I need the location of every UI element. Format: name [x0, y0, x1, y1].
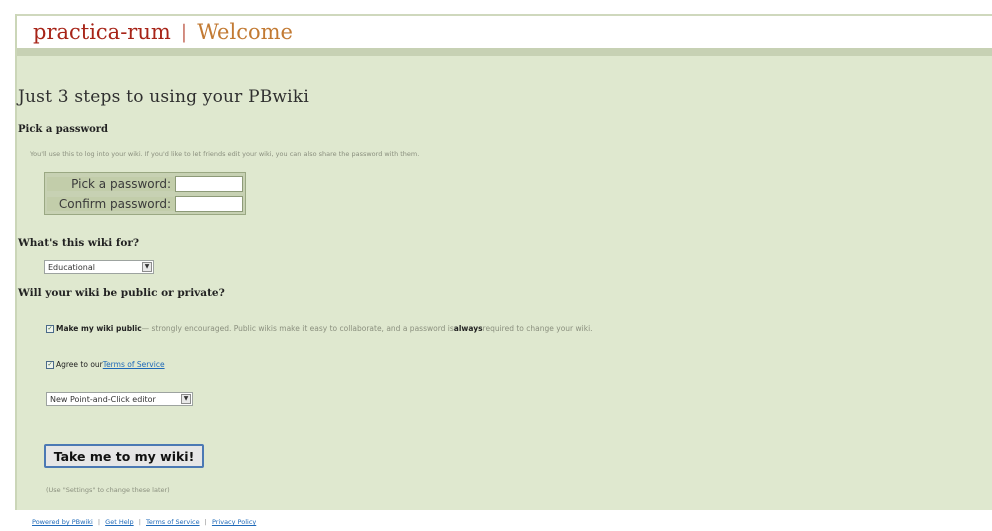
editor-select[interactable]: New Point-and-Click editor ▼	[46, 392, 193, 406]
purpose-section-label: What's this wiki for?	[18, 237, 140, 249]
chevron-down-icon[interactable]: ▼	[181, 394, 191, 404]
privacy-policy-link[interactable]: Privacy Policy	[212, 518, 256, 526]
wiki-purpose-value: Educational	[48, 262, 95, 272]
pick-password-input[interactable]	[175, 176, 243, 192]
public-wiki-option: ✓ Make my wiki public — strongly encoura…	[46, 324, 593, 333]
public-wiki-label: Make my wiki public	[56, 324, 142, 333]
pick-password-row: Pick a password:	[47, 175, 243, 193]
tos-label: Agree to our	[56, 360, 103, 369]
terms-link[interactable]: Terms of Service	[146, 518, 200, 526]
site-header: practica-rum | Welcome	[17, 14, 992, 56]
editor-select-value: New Point-and-Click editor	[50, 394, 156, 404]
settings-note: (Use "Settings" to change these later)	[46, 486, 170, 494]
privacy-section-label: Will your wiki be public or private?	[18, 287, 225, 299]
pick-password-label: Pick a password:	[47, 177, 175, 191]
wiki-purpose-select[interactable]: Educational ▼	[44, 260, 154, 274]
confirm-password-input[interactable]	[175, 196, 243, 212]
public-wiki-always: always	[453, 324, 483, 333]
get-help-link[interactable]: Get Help	[105, 518, 133, 526]
footer-separator: |	[97, 518, 101, 526]
password-section-label: Pick a password	[18, 124, 109, 135]
page-title: Just 3 steps to using your PBwiki	[18, 87, 309, 107]
password-hint: You'll use this to log into your wiki. I…	[30, 150, 420, 158]
terms-of-service-link[interactable]: Terms of Service	[103, 360, 165, 369]
powered-by-link[interactable]: Powered by PBwiki	[32, 518, 93, 526]
confirm-password-label: Confirm password:	[47, 197, 175, 211]
page-heading: Welcome	[197, 20, 293, 44]
header-separator: |	[180, 21, 188, 43]
tos-checkbox[interactable]: ✓	[46, 360, 54, 369]
site-name[interactable]: practica-rum	[33, 20, 171, 44]
footer-separator: |	[204, 518, 207, 526]
footer-separator: |	[138, 518, 141, 526]
public-wiki-description-end: required to change your wiki.	[482, 324, 593, 333]
chevron-down-icon[interactable]: ▼	[142, 262, 152, 272]
public-wiki-description: — strongly encouraged. Public wikis make…	[141, 324, 454, 333]
public-wiki-checkbox[interactable]: ✓	[46, 324, 54, 333]
confirm-password-row: Confirm password:	[47, 195, 243, 213]
footer-links: Powered by PBwiki | Get Help | Terms of …	[32, 518, 256, 526]
tos-option: ✓ Agree to our Terms of Service	[46, 360, 165, 369]
take-me-to-wiki-button[interactable]: Take me to my wiki!	[44, 444, 204, 468]
password-fields-box: Pick a password: Confirm password:	[44, 172, 246, 215]
